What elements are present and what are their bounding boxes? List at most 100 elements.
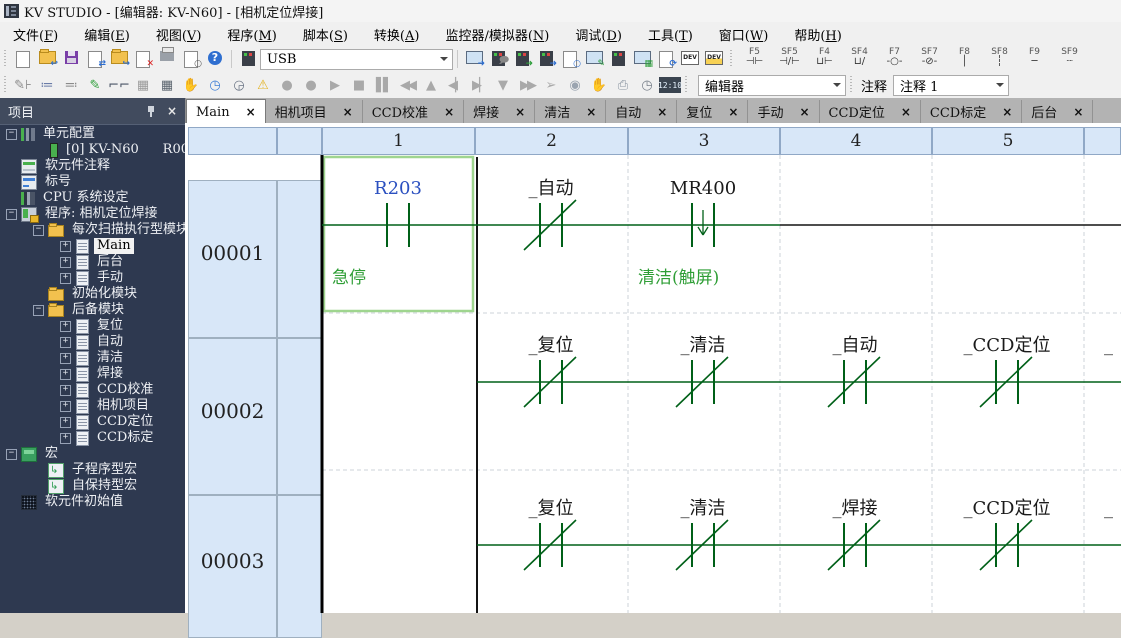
ladder-instruction-f9-button[interactable]: F9─ — [1017, 47, 1052, 71]
menu-item-edit[interactable]: 编辑(E) — [71, 22, 143, 47]
connection-combo[interactable]: USB — [260, 49, 453, 70]
contact-ccd-pos-nc[interactable]: _CCD定位 — [964, 498, 1051, 570]
device-monitor-window-icon[interactable]: DEV — [702, 48, 726, 70]
simulator-edit-icon[interactable]: ✎ — [582, 48, 606, 70]
tree-item-scan-module-folder[interactable]: −每次扫描执行型模块 — [0, 222, 185, 238]
plc-disabled-icon[interactable] — [606, 48, 630, 70]
tree-item-module-weld[interactable]: +焊接 — [0, 366, 185, 382]
plc-unit-icon[interactable] — [236, 48, 260, 70]
tree-item-module-clean[interactable]: +清洁 — [0, 350, 185, 366]
menu-item-script[interactable]: 脚本(S) — [290, 22, 361, 47]
collapse-icon[interactable]: − — [33, 225, 44, 236]
ladder-instruction-sf8-button[interactable]: SF8┆ — [982, 47, 1017, 71]
monitor-small-icon[interactable]: ⎙ — [611, 74, 635, 96]
write-to-plc-icon[interactable]: ↪ — [107, 48, 131, 70]
tab-auto[interactable]: 自动× — [606, 100, 677, 123]
tab-cleaning[interactable]: 清洁× — [535, 100, 606, 123]
tree-item-label[interactable]: 标号 — [0, 174, 185, 190]
clock-display-icon[interactable]: 12:10 — [659, 77, 681, 93]
collapse-icon[interactable]: − — [33, 305, 44, 316]
monitor-transfer-icon[interactable]: ➜ — [462, 48, 486, 70]
print-icon[interactable] — [155, 48, 179, 70]
tab-ccd-marking[interactable]: CCD标定× — [921, 100, 1022, 123]
tree-item-module-background[interactable]: +后台 — [0, 254, 185, 270]
record-2-icon[interactable]: ● — [299, 74, 323, 96]
contact-auto-nc[interactable]: _自动 — [828, 335, 880, 407]
tree-item-standby-module-folder[interactable]: −后备模块 — [0, 302, 185, 318]
ladder-instruction-f4-button[interactable]: F4⊔⊢ — [807, 47, 842, 71]
tab-reset[interactable]: 复位× — [677, 100, 748, 123]
expand-icon[interactable]: + — [60, 273, 71, 284]
grid-monitor-icon[interactable]: ▦ — [155, 74, 179, 96]
pulldown-circle-icon[interactable]: ◉ — [563, 74, 587, 96]
list-view-icon[interactable]: ≕ — [59, 74, 83, 96]
collapse-icon[interactable]: − — [6, 449, 17, 460]
tab-close-icon[interactable]: × — [657, 105, 667, 119]
mnemonic-list-icon[interactable]: ≔ — [35, 74, 59, 96]
close-icon[interactable]: × — [167, 104, 177, 118]
tree-item-subroutine-macro[interactable]: 子程序型宏 — [0, 462, 185, 478]
expand-icon[interactable]: + — [60, 401, 71, 412]
contact-reset-nc[interactable]: _复位 — [524, 498, 576, 570]
contact-partial[interactable]: _ — [1104, 335, 1113, 356]
save-project-icon[interactable] — [59, 48, 83, 70]
tree-item-cpu-system-setting[interactable]: CPU 系统设定 — [0, 190, 185, 206]
tree-item-macro[interactable]: −宏 — [0, 446, 185, 462]
pin-icon[interactable] — [146, 105, 157, 118]
tab-background[interactable]: 后台× — [1022, 100, 1093, 123]
contact-ccd-pos-nc[interactable]: _CCD定位 — [964, 335, 1051, 407]
tab-close-icon[interactable]: × — [1073, 105, 1083, 119]
contact-clean-nc[interactable]: _清洁 — [676, 335, 728, 407]
contact-r203[interactable]: R203急停 — [332, 178, 422, 288]
expand-icon[interactable]: + — [60, 353, 71, 364]
tree-item-module-ccd-marking[interactable]: +CCD标定 — [0, 430, 185, 446]
comment-combo[interactable]: 注释 1 — [893, 75, 1009, 96]
record-1-icon[interactable]: ● — [275, 74, 299, 96]
tab-close-icon[interactable]: × — [586, 105, 596, 119]
tree-item-device-comment[interactable]: 软元件注释 — [0, 158, 185, 174]
tab-close-icon[interactable]: × — [444, 105, 454, 119]
tab-close-icon[interactable]: × — [728, 105, 738, 119]
expand-icon[interactable]: + — [60, 385, 71, 396]
tab-close-icon[interactable]: × — [1002, 105, 1012, 119]
tree-item-device-initial-value[interactable]: 软元件初始值 — [0, 494, 185, 510]
ladder-grid-icon[interactable]: ▦ — [131, 74, 155, 96]
expand-icon[interactable]: + — [60, 321, 71, 332]
contact-mr400-falling[interactable]: MR400清洁(触屏) — [638, 178, 736, 288]
tab-main[interactable]: Main× — [186, 99, 266, 124]
tab-close-icon[interactable]: × — [901, 105, 911, 119]
compare-icon[interactable]: ○ — [558, 48, 582, 70]
tab-welding[interactable]: 焊接× — [464, 100, 535, 123]
mode-combo[interactable]: 编辑器 — [698, 75, 846, 96]
plc-verify-icon[interactable]: 🗩 — [486, 48, 510, 70]
sync-icon[interactable]: ⟳ — [654, 48, 678, 70]
tab-close-icon[interactable]: × — [343, 105, 353, 119]
open-project-icon[interactable]: ↩ — [35, 48, 59, 70]
watch-monitor-icon[interactable]: ◷ — [203, 74, 227, 96]
collapse-icon[interactable]: − — [6, 129, 17, 140]
expand-icon[interactable]: + — [60, 241, 71, 252]
device-window-icon[interactable]: DEV — [678, 48, 702, 70]
menu-item-window[interactable]: 窗口(W) — [706, 22, 782, 47]
tree-item-program[interactable]: −程序: 相机定位焊接 — [0, 206, 185, 222]
stop-icon[interactable]: ■ — [347, 74, 371, 96]
play-icon[interactable]: ▶ — [323, 74, 347, 96]
contact-clean-nc[interactable]: _清洁 — [676, 498, 728, 570]
expand-icon[interactable]: + — [60, 257, 71, 268]
tree-item-self-hold-macro[interactable]: 自保持型宏 — [0, 478, 185, 494]
continue-icon[interactable]: ➢ — [539, 74, 563, 96]
ladder-instruction-f7-button[interactable]: F7-○- — [877, 47, 912, 71]
monitor-grid-icon[interactable]: ▦ — [630, 48, 654, 70]
ladder-instruction-sf9-button[interactable]: SF9┈ — [1052, 47, 1087, 71]
pause-hand-icon[interactable]: ✋ — [587, 74, 611, 96]
menu-item-file[interactable]: 文件(F) — [0, 22, 71, 47]
tab-ccd-calibration[interactable]: CCD校准× — [363, 100, 464, 123]
ladder-instruction-sf5-button[interactable]: SF5⊣/⊢ — [772, 47, 807, 71]
collapse-icon[interactable]: − — [6, 209, 17, 220]
transfer-write-icon[interactable]: ➜ — [534, 48, 558, 70]
menu-item-program[interactable]: 程序(M) — [214, 22, 289, 47]
tree-item-module-camera-project[interactable]: +相机项目 — [0, 398, 185, 414]
tab-close-icon[interactable]: × — [515, 105, 525, 119]
step-back-icon[interactable]: ◀▏ — [443, 74, 467, 96]
step-up-icon[interactable]: ▲ — [419, 74, 443, 96]
